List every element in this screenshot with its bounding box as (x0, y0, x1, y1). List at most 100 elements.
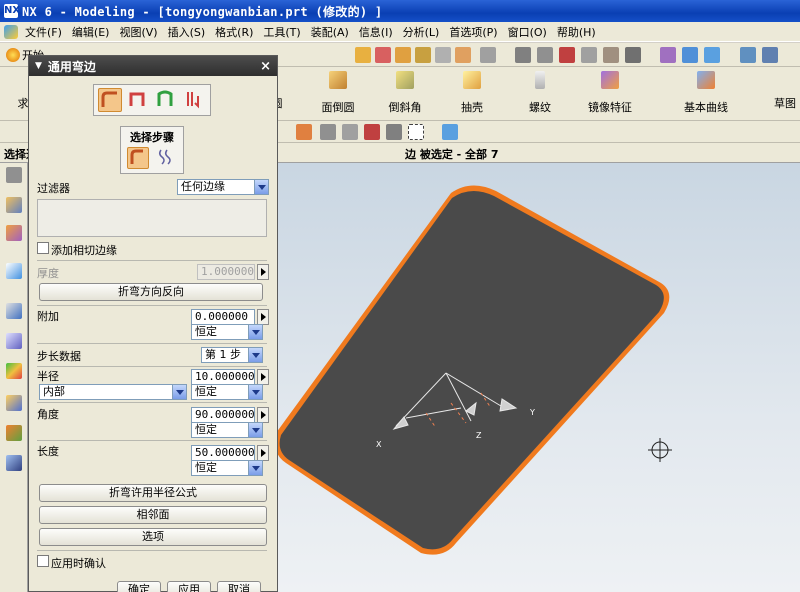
menu-assemblies[interactable]: 装配(A) (306, 24, 354, 40)
nx-logo-icon: NX (4, 4, 21, 18)
roles-icon[interactable] (6, 425, 22, 441)
color-icon[interactable] (660, 47, 676, 63)
menu-file[interactable]: 文件(F) (20, 24, 67, 40)
menu-bar: 文件(F) 编辑(E) 视图(V) 插入(S) 格式(R) 工具(T) 装配(A… (0, 22, 800, 42)
step-data-select[interactable]: 第 1 步 (201, 347, 263, 363)
orient-icon[interactable] (740, 47, 756, 63)
feature-sketch[interactable]: 草图 (770, 71, 800, 110)
view-icon[interactable] (515, 47, 531, 63)
adjacent-faces-button[interactable]: 相邻面 (39, 506, 267, 524)
length-menu-arrow[interactable] (257, 445, 269, 461)
edge-selection-list[interactable] (37, 199, 267, 237)
radius-menu-arrow[interactable] (257, 369, 269, 385)
feature-thread[interactable]: 螺纹 (520, 71, 560, 114)
feature-chamfer-label: 倒斜角 (388, 101, 422, 114)
thickness-menu-arrow[interactable] (257, 264, 269, 280)
collapse-arrow-icon[interactable] (6, 167, 22, 183)
angle-mode-select[interactable]: 恒定 (191, 422, 263, 438)
feature-shell[interactable]: 抽壳 (452, 71, 492, 114)
offset-mode-select[interactable]: 恒定 (191, 324, 263, 340)
curve-icon[interactable] (415, 47, 431, 63)
radius-side-select[interactable]: 内部 (39, 384, 187, 400)
offset-menu-arrow[interactable] (257, 309, 269, 325)
shade-icon[interactable] (682, 47, 698, 63)
constraint-navigator-icon[interactable] (6, 225, 22, 241)
grid-icon[interactable] (480, 47, 496, 63)
layer-icon[interactable] (537, 47, 553, 63)
menu-edit[interactable]: 编辑(E) (67, 24, 115, 40)
menu-information[interactable]: 信息(I) (354, 24, 398, 40)
add-tangent-checkbox[interactable] (37, 242, 49, 254)
offset-input[interactable]: 0.000000 (191, 309, 255, 325)
part-navigator-icon[interactable] (6, 263, 22, 279)
menu-format[interactable]: 格式(R) (210, 24, 258, 40)
angle-input[interactable]: 90.000000 (191, 407, 255, 423)
chevron-down-icon (248, 461, 262, 475)
options-button[interactable]: 选项 (39, 528, 267, 546)
curve-rule-icon[interactable] (342, 124, 358, 140)
feature-chamfer[interactable]: 倒斜角 (380, 71, 430, 114)
palette-icon[interactable] (6, 363, 22, 379)
body-select-icon[interactable] (442, 124, 458, 140)
render-icon[interactable] (704, 47, 720, 63)
radius-mode-select[interactable]: 恒定 (191, 384, 263, 400)
chain-icon[interactable] (386, 124, 402, 140)
filter-select[interactable]: 任何边缘 (177, 179, 269, 195)
radius-input[interactable]: 10.000000 (191, 369, 255, 385)
ok-button[interactable]: 确定 (117, 581, 161, 592)
rotate-icon[interactable] (559, 47, 575, 63)
view-triad-icon[interactable] (762, 47, 778, 63)
reuse-library-icon[interactable] (6, 333, 22, 349)
snap-icon[interactable] (355, 47, 371, 63)
history-icon[interactable] (6, 303, 22, 319)
status-message: 边 被选定 - 全部 7 (405, 148, 499, 161)
length-mode-select[interactable]: 恒定 (191, 460, 263, 476)
web-browser-icon[interactable] (6, 395, 22, 411)
model-canvas[interactable]: X Y Z (276, 163, 800, 592)
flange-type-2-button[interactable] (126, 88, 150, 112)
menu-help[interactable]: 帮助(H) (552, 24, 601, 40)
menu-analysis[interactable]: 分析(L) (398, 24, 445, 40)
zoom-icon[interactable] (603, 47, 619, 63)
feature-basic-curves[interactable]: 基本曲线 (676, 71, 736, 114)
selection-filter-icon[interactable] (296, 124, 312, 140)
thickness-input[interactable]: 1.000000 (197, 264, 255, 280)
menu-window[interactable]: 窗口(O) (503, 24, 552, 40)
angle-menu-arrow[interactable] (257, 407, 269, 423)
menu-view[interactable]: 视图(V) (114, 24, 162, 40)
intent-icon[interactable] (364, 124, 380, 140)
face-icon[interactable] (435, 47, 451, 63)
snap-point-icon[interactable] (320, 124, 336, 140)
collapse-arrow-icon[interactable]: ▼ (35, 61, 42, 71)
menu-preferences[interactable]: 首选项(P) (444, 24, 502, 40)
flange-type-4-button[interactable] (182, 88, 206, 112)
graphics-viewport[interactable]: X Y Z (276, 163, 800, 592)
fit-icon[interactable] (625, 47, 641, 63)
window-title-bar: NX NX 6 - Modeling - [tongyongwanbian.pr… (0, 0, 800, 22)
assembly-navigator-icon[interactable] (6, 197, 22, 213)
reverse-direction-button[interactable]: 折弯方向反向 (39, 283, 263, 301)
point-icon[interactable] (395, 47, 411, 63)
dialog-title-bar[interactable]: ▼ 通用弯边 × (29, 56, 277, 76)
feature-face-blend[interactable]: 面倒圆 (310, 71, 366, 114)
select-icon[interactable] (375, 47, 391, 63)
confirm-on-apply-checkbox[interactable] (37, 555, 49, 567)
menu-insert[interactable]: 插入(S) (163, 24, 211, 40)
body-icon[interactable] (455, 47, 471, 63)
system-visualization-icon[interactable] (6, 455, 22, 471)
step-face-button[interactable] (155, 147, 177, 169)
menu-tools[interactable]: 工具(T) (258, 24, 305, 40)
bend-radius-formula-button[interactable]: 折弯许用半径公式 (39, 484, 267, 502)
step-edge-button[interactable] (127, 147, 149, 169)
flange-type-1-button[interactable] (98, 88, 122, 112)
rectangle-select-icon[interactable] (408, 124, 424, 140)
chevron-down-icon (248, 423, 262, 437)
pan-icon[interactable] (581, 47, 597, 63)
app-menu-icon[interactable] (4, 24, 18, 39)
apply-button[interactable]: 应用 (167, 581, 211, 592)
feature-mirror[interactable]: 镜像特征 (578, 71, 642, 114)
cancel-button[interactable]: 取消 (217, 581, 261, 592)
flange-type-3-button[interactable] (154, 88, 178, 112)
close-icon[interactable]: × (260, 59, 271, 74)
length-input[interactable]: 50.000000 (191, 445, 255, 461)
